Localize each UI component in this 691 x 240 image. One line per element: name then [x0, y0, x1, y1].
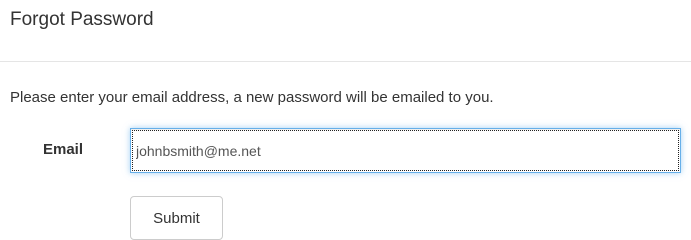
- dialog-header: Forgot Password: [0, 0, 691, 62]
- submit-button[interactable]: Submit: [130, 196, 223, 240]
- dialog-title: Forgot Password: [10, 9, 154, 30]
- email-field[interactable]: [130, 128, 681, 173]
- instructions-text: Please enter your email address, a new p…: [10, 89, 494, 106]
- forgot-password-dialog: Forgot Password Please enter your email …: [0, 0, 691, 240]
- email-label: Email: [43, 141, 84, 158]
